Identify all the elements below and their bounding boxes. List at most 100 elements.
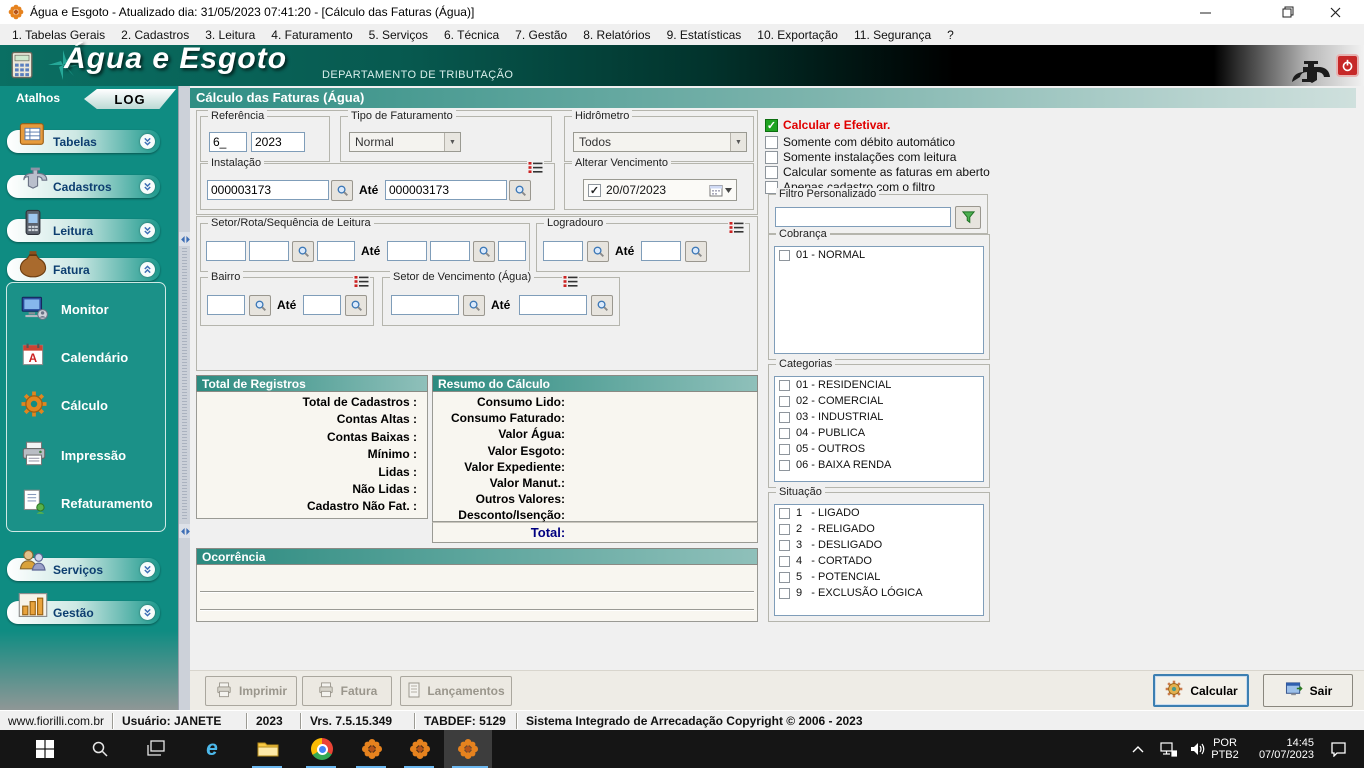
list-item[interactable]: 04 - PUBLICA	[775, 425, 983, 441]
instalacao-to-input[interactable]	[385, 180, 507, 200]
search-icon[interactable]	[249, 295, 271, 316]
splitter-grip[interactable]	[182, 248, 187, 520]
checkbox[interactable]	[779, 250, 790, 261]
menu-faturamento[interactable]: 4. Faturamento	[263, 26, 360, 44]
list-icon[interactable]	[562, 274, 579, 289]
logradouro-to-input[interactable]	[641, 241, 681, 261]
splitter[interactable]	[178, 86, 190, 710]
list-item[interactable]: 4 - CORTADO	[775, 553, 983, 569]
chevron-down-icon[interactable]	[140, 179, 155, 194]
checkbox[interactable]	[779, 428, 790, 439]
calendar-picker-icon[interactable]	[709, 184, 732, 197]
sidebar-item-monitor[interactable]: Monitor	[19, 293, 109, 326]
power-button[interactable]	[1336, 54, 1359, 77]
option-calcular-efetivar[interactable]: Calcular e Efetivar.	[765, 118, 890, 132]
rota-from-input[interactable]	[249, 241, 289, 261]
setor-venc-to-input[interactable]	[519, 295, 587, 315]
logradouro-from-input[interactable]	[543, 241, 583, 261]
sidebar-item-refaturamento[interactable]: Refaturamento	[19, 487, 153, 520]
search-icon[interactable]	[509, 180, 531, 201]
minimize-button[interactable]	[1182, 0, 1228, 24]
sidebar-group-tabelas[interactable]: Tabelas	[7, 130, 160, 153]
search-icon[interactable]	[685, 241, 707, 262]
option-debito-automatico[interactable]: Somente com débito automático	[765, 135, 955, 149]
checkbox[interactable]	[765, 166, 778, 179]
referencia-month-input[interactable]	[209, 132, 247, 152]
list-item[interactable]: 9 - EXCLUSÃO LÓGICA	[775, 585, 983, 601]
calcular-button[interactable]: Calcular	[1153, 674, 1249, 707]
checkbox[interactable]	[779, 396, 790, 407]
sidebar-group-cadastros[interactable]: Cadastros	[7, 175, 160, 198]
fiorilli-app-icon[interactable]	[408, 737, 432, 761]
checkbox[interactable]	[779, 524, 790, 535]
checkbox[interactable]	[765, 151, 778, 164]
speaker-icon[interactable]	[1186, 737, 1210, 761]
search-icon[interactable]	[331, 180, 353, 201]
menu-seguranca[interactable]: 11. Segurança	[846, 26, 939, 44]
categorias-listbox[interactable]: 01 - RESIDENCIAL 02 - COMERCIAL 03 - IND…	[774, 376, 984, 482]
search-icon[interactable]	[88, 737, 112, 761]
chevron-down-icon[interactable]	[140, 605, 155, 620]
checkbox[interactable]	[779, 572, 790, 583]
restore-button[interactable]	[1265, 0, 1311, 24]
setor-from-input[interactable]	[206, 241, 246, 261]
sidebar-item-impressao[interactable]: Impressão	[19, 439, 126, 472]
chrome-icon[interactable]	[310, 737, 334, 761]
checkbox[interactable]	[779, 444, 790, 455]
internet-explorer-icon[interactable]: e	[200, 737, 224, 761]
sidebar-tab-atalhos[interactable]: Atalhos	[16, 91, 60, 105]
list-item[interactable]: 01 - NORMAL	[775, 247, 983, 263]
vencimento-checkbox[interactable]	[588, 184, 601, 197]
search-icon[interactable]	[473, 241, 495, 262]
list-icon[interactable]	[728, 220, 745, 235]
fiorilli-app-icon-active[interactable]	[456, 737, 480, 761]
list-item[interactable]: 1 - LIGADO	[775, 505, 983, 521]
menu-estatisticas[interactable]: 9. Estatísticas	[659, 26, 750, 44]
list-item[interactable]: 03 - INDUSTRIAL	[775, 409, 983, 425]
sidebar-group-servicos[interactable]: Serviços	[7, 558, 160, 581]
situacao-listbox[interactable]: 1 - LIGADO 2 - RELIGADO 3 - DESLIGADO 4 …	[774, 504, 984, 616]
menu-leitura[interactable]: 3. Leitura	[197, 26, 263, 44]
chevron-up-icon[interactable]	[140, 262, 155, 277]
network-icon[interactable]	[1156, 737, 1180, 761]
bairro-from-input[interactable]	[207, 295, 245, 315]
sidebar-item-calendario[interactable]: A Calendário	[19, 341, 128, 374]
sidebar-group-gestao[interactable]: Gestão	[7, 601, 160, 624]
sair-button[interactable]: Sair	[1263, 674, 1353, 707]
menu-tabelas-gerais[interactable]: 1. Tabelas Gerais	[4, 26, 113, 44]
action-center-icon[interactable]	[1326, 737, 1350, 761]
task-view-icon[interactable]	[144, 737, 168, 761]
sidebar-group-leitura[interactable]: Leitura	[7, 219, 160, 242]
list-icon[interactable]	[527, 160, 544, 175]
search-icon[interactable]	[463, 295, 485, 316]
instalacao-from-input[interactable]	[207, 180, 329, 200]
start-button[interactable]	[33, 737, 57, 761]
sidebar-tab-log[interactable]: LOG	[84, 89, 176, 109]
calculator-icon[interactable]	[8, 51, 36, 82]
list-item[interactable]: 5 - POTENCIAL	[775, 569, 983, 585]
list-item[interactable]: 05 - OUTROS	[775, 441, 983, 457]
tray-language[interactable]: POR PTB2	[1208, 737, 1242, 761]
checkbox[interactable]	[779, 460, 790, 471]
menu-tecnica[interactable]: 6. Técnica	[436, 26, 507, 44]
sidebar-item-calculo[interactable]: Cálculo	[19, 389, 108, 422]
close-button[interactable]	[1312, 0, 1358, 24]
menu-servicos[interactable]: 5. Serviços	[361, 26, 436, 44]
imprimir-button[interactable]: Imprimir	[205, 676, 297, 706]
sequencia-to-input[interactable]	[498, 241, 526, 261]
chevron-down-icon[interactable]	[140, 223, 155, 238]
referencia-year-input[interactable]	[251, 132, 305, 152]
chevron-down-icon[interactable]	[140, 562, 155, 577]
list-icon[interactable]	[353, 274, 370, 289]
list-item[interactable]: 2 - RELIGADO	[775, 521, 983, 537]
checkbox[interactable]	[779, 556, 790, 567]
cobranca-listbox[interactable]: 01 - NORMAL	[774, 246, 984, 354]
filter-icon[interactable]	[955, 206, 981, 229]
sidebar-group-fatura[interactable]: Fatura	[7, 258, 160, 281]
search-icon[interactable]	[587, 241, 609, 262]
sequencia-from-input[interactable]	[317, 241, 355, 261]
search-icon[interactable]	[591, 295, 613, 316]
list-item[interactable]: 06 - BAIXA RENDA	[775, 457, 983, 473]
menu-cadastros[interactable]: 2. Cadastros	[113, 26, 197, 44]
menu-gestao[interactable]: 7. Gestão	[507, 26, 575, 44]
